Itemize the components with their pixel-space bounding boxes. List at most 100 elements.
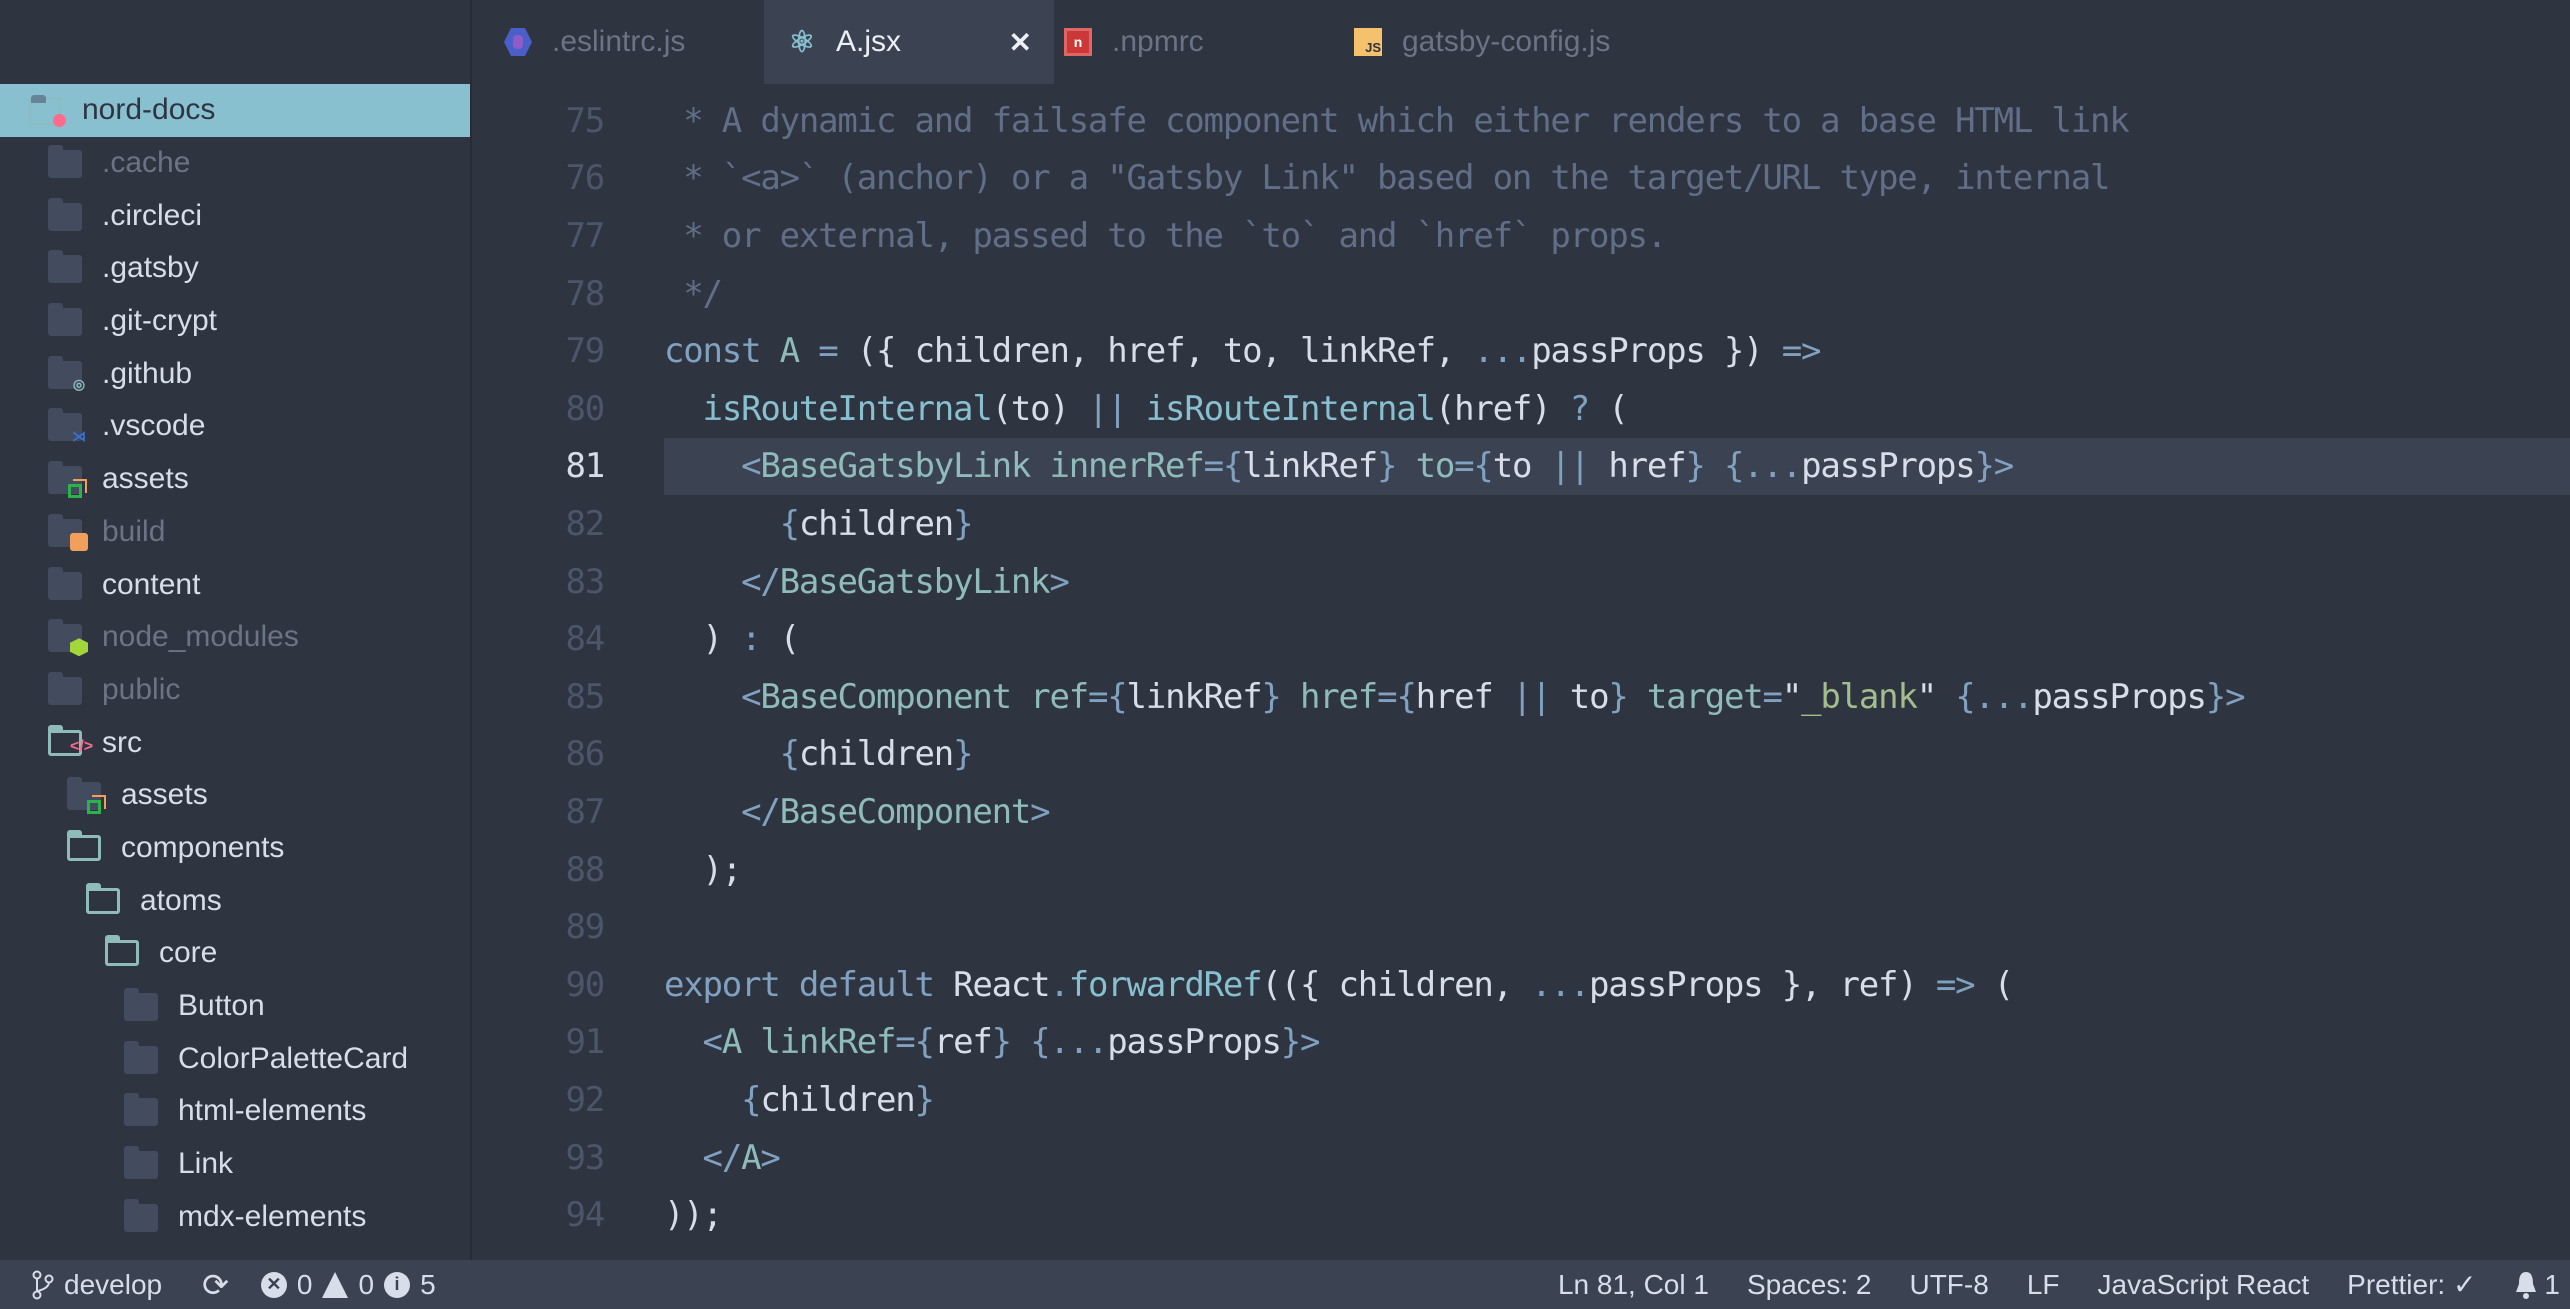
line-number: 84 [565,619,605,660]
code-line[interactable]: 85 < BaseComponent ref ={linkRef} href ={hr… [474,668,2570,726]
folder-icon [48,566,84,600]
code-line[interactable]: 89 [474,898,2570,956]
code-line[interactable]: 79 const A = ({ children, href, to, linkR… [474,322,2570,380]
line-number: 79 [565,331,605,372]
code-line[interactable]: 94)); [474,1186,2570,1244]
token-plain: children [798,734,954,775]
token-brace: } [953,734,973,775]
tab-a-jsx[interactable]: ⚛ A.jsx ✕ [764,0,1054,84]
folder-build-icon [48,513,88,551]
tree-item[interactable]: .cache [0,137,470,190]
code-line[interactable]: 91 < A linkRef ={ref} {... passProps}> [474,1014,2570,1072]
prettier-status[interactable]: Prettier: ✓ [2347,1268,2476,1301]
eslint-icon [504,28,532,56]
code-line[interactable]: 78 */ [474,265,2570,323]
error-icon[interactable]: ✕ [260,1271,287,1298]
token-func: isRouteInternal [1145,388,1436,429]
token-plain: linkRef [1242,446,1378,487]
tab-bar: .eslintrc.js ⚛ A.jsx ✕ n .npmrc JS gatsby-confi… [474,0,2570,84]
code-line[interactable]: 83 </BaseGatsbyLink > [474,553,2570,611]
tree-item[interactable]: </> src [0,716,470,769]
code-line[interactable]: 84 ) : ( [474,610,2570,668]
branch-name[interactable]: develop [64,1269,162,1301]
code-line[interactable]: 87 </BaseComponent > [474,783,2570,841]
token-plain: ); [664,849,743,890]
tree-item[interactable]: public [0,664,470,717]
tree-item[interactable]: .gatsby [0,242,470,295]
tree-item[interactable]: Link [0,1138,470,1191]
token-tag: A [741,1137,761,1178]
token-plain: passProps [1801,446,1976,487]
token-plain: ( [1974,964,2014,1005]
tree-item[interactable]: assets [0,453,470,506]
token-brace: } [1685,446,1705,487]
token-comment: * `<a>` (anchor) or a "Gatsby Link" base… [664,158,2110,199]
tree-item[interactable]: ◎ .github [0,347,470,400]
code-line[interactable]: 76 * `<a>` (anchor) or a "Gatsby Link" b… [474,150,2570,208]
tree-item[interactable]: components [0,822,470,875]
token-punct: > [1049,561,1069,602]
tree-item[interactable]: build [0,506,470,559]
git-branch-icon[interactable] [32,1270,54,1300]
line-number: 76 [565,158,605,199]
token-comment: * or external, passed to the `to` and `h… [664,215,1667,256]
tree-item[interactable]: html-elements [0,1085,470,1138]
code-line[interactable]: 86 {children} [474,726,2570,784]
language-mode[interactable]: JavaScript React [2098,1269,2310,1301]
token-punct: </ [741,791,781,832]
tree-item[interactable]: ⋊ .vscode [0,400,470,453]
root-icon-badge [53,114,66,128]
code-line[interactable]: 88 ); [474,841,2570,899]
sync-icon[interactable]: ⟳ [202,1266,229,1304]
code-text: {children} [664,495,2570,553]
tree-item[interactable]: content [0,558,470,611]
tree-item[interactable]: nord-docs [0,84,470,137]
code-line[interactable]: 80 isRouteInternal (to) || isRouteInterna… [474,380,2570,438]
line-ending[interactable]: LF [2027,1269,2060,1301]
token-comment: */ [664,273,723,314]
code-line[interactable]: 93 </A > [474,1129,2570,1187]
tree-item[interactable]: .git-crypt [0,295,470,348]
token-brace: }> [1280,1022,1321,1063]
code-line[interactable]: 90 export default React. forwardRef(({ chi… [474,956,2570,1014]
tree-item[interactable]: assets [0,769,470,822]
token-plain: )); [664,1195,723,1236]
code-editor[interactable]: 75 * A dynamic and failsafe component wh… [474,84,2570,1260]
indentation[interactable]: Spaces: 2 [1747,1269,1872,1301]
tab-npmrc[interactable]: n .npmrc [1054,0,1344,84]
line-number: 75 [565,100,605,141]
info-count[interactable]: 5 [420,1269,436,1301]
folder-icon [48,145,84,179]
notifications[interactable]: 1 [2514,1269,2560,1301]
error-count[interactable]: 0 [297,1269,313,1301]
tree-item[interactable]: Button [0,980,470,1033]
close-icon[interactable]: ✕ [1009,26,1032,59]
tree-item[interactable]: node_modules [0,611,470,664]
tab-gatsby-config-js[interactable]: JS gatsby-config.js [1344,0,1744,84]
line-number: 80 [565,388,605,429]
folder-icon [48,303,84,337]
tree-item[interactable]: ColorPaletteCard [0,1032,470,1085]
tab-eslintrc-js[interactable]: .eslintrc.js [494,0,764,84]
code-line[interactable]: 92 {children} [474,1071,2570,1129]
folder-src-open-icon: </> [48,724,93,758]
tree-item[interactable]: core [0,927,470,980]
tree-item[interactable]: atoms [0,874,470,927]
token-brace: {... [1704,446,1802,487]
info-icon[interactable]: i [384,1271,411,1298]
code-line[interactable]: 81 < BaseGatsbyLink innerRef ={linkRef} to… [474,437,2570,496]
code-line[interactable]: 77 * or external, passed to the `to` and… [474,207,2570,265]
folder-node-icon [48,619,88,657]
code-line[interactable]: 75 * A dynamic and failsafe component wh… [474,92,2570,150]
warning-icon[interactable] [322,1271,349,1298]
tree-item[interactable]: .circleci [0,189,470,242]
tree-item[interactable]: mdx-elements [0,1190,470,1243]
token-brace: { [741,1079,761,1120]
warning-count[interactable]: 0 [358,1269,374,1301]
file-explorer: nord-docs .cache .circleci .gatsby .git-cryp… [0,0,472,1260]
encoding[interactable]: UTF-8 [1909,1269,1988,1301]
cursor-position[interactable]: Ln 81, Col 1 [1558,1269,1709,1301]
code-line[interactable]: 82 {children} [474,495,2570,553]
